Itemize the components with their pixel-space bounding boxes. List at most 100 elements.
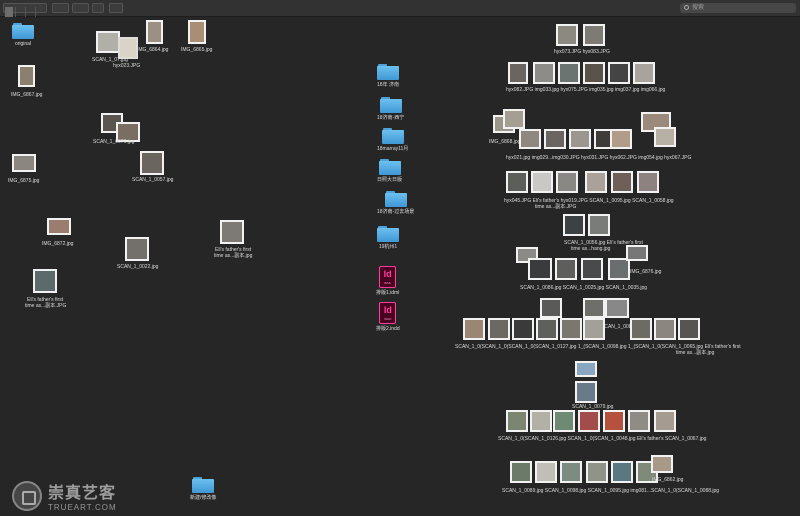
photo-thumbnail[interactable] — [654, 318, 676, 340]
photo-thumbnail[interactable] — [563, 214, 585, 236]
photo-thumbnail[interactable] — [188, 20, 206, 44]
photo-thumbnail[interactable] — [512, 318, 534, 340]
photo-thumbnail[interactable] — [605, 298, 629, 318]
photo-thumbnail[interactable] — [583, 62, 605, 84]
photo-thumbnail[interactable] — [536, 318, 558, 340]
photo-thumbnail[interactable] — [33, 269, 57, 293]
photo-thumbnail[interactable] — [626, 245, 648, 261]
photo-thumbnail[interactable] — [506, 171, 528, 193]
indesign-file-2[interactable]: Id INDD 排版2.indd — [376, 302, 400, 332]
photo-thumbnail[interactable] — [560, 318, 582, 340]
photo-thumbnail[interactable] — [569, 129, 591, 149]
folder-middle-3[interactable]: 18marray11月 — [377, 128, 408, 152]
folder-middle-1[interactable]: 18年 济南 — [377, 64, 399, 88]
photo-thumbnail[interactable] — [18, 65, 35, 87]
file-label: IMG_6862.jpg — [652, 477, 684, 483]
watermark-en: TRUEART.COM — [48, 503, 117, 512]
photo-thumbnail[interactable] — [575, 361, 597, 377]
photo-thumbnail[interactable] — [633, 62, 655, 84]
file-label: SCAN_1_0057.jpg — [132, 177, 174, 183]
photo-thumbnail[interactable] — [544, 129, 566, 149]
folder-label: original — [14, 41, 32, 47]
file-label: time as...hang.jpg — [571, 246, 611, 252]
folder-middle-2[interactable]: 18济南-西宁 — [377, 97, 404, 121]
photo-thumbnail[interactable] — [560, 461, 582, 483]
photo-thumbnail[interactable] — [535, 461, 557, 483]
file-label: SCAN_1_0(SCAN_1_0126.jpg SCAN_1_0(SCAN_1… — [498, 436, 707, 442]
photo-thumbnail[interactable] — [508, 62, 528, 84]
folder-middle-4[interactable]: 日照大日版 — [377, 159, 402, 183]
action-gear-button[interactable] — [72, 3, 89, 13]
photo-thumbnail[interactable] — [630, 318, 652, 340]
photo-thumbnail[interactable] — [530, 410, 552, 432]
photo-thumbnail[interactable] — [556, 24, 578, 46]
photo-thumbnail[interactable] — [12, 154, 36, 172]
photo-thumbnail[interactable] — [220, 220, 244, 244]
gallery-view-button[interactable] — [35, 7, 43, 17]
group-by-button[interactable] — [52, 3, 69, 13]
photo-thumbnail[interactable] — [678, 318, 700, 340]
photo-thumbnail[interactable] — [558, 62, 580, 84]
photo-thumbnail[interactable] — [553, 410, 575, 432]
view-mode-group — [3, 3, 47, 17]
photo-thumbnail[interactable] — [488, 318, 510, 340]
tag-button[interactable] — [109, 3, 123, 13]
photo-thumbnail[interactable] — [463, 318, 485, 340]
list-view-button[interactable] — [15, 7, 23, 17]
folder-label: 18年 济南 — [377, 82, 399, 88]
photo-thumbnail[interactable] — [506, 410, 528, 432]
column-view-button[interactable] — [25, 7, 33, 17]
file-label: time as...副本.JPG — [25, 303, 67, 309]
photo-thumbnail[interactable] — [555, 258, 577, 280]
photo-thumbnail[interactable] — [96, 31, 120, 53]
photo-thumbnail[interactable] — [608, 62, 630, 84]
photo-thumbnail[interactable] — [575, 381, 597, 403]
file-label: hyx021.jpg img029...img030.JPG hyx031.JP… — [506, 155, 692, 161]
photo-thumbnail[interactable] — [583, 24, 605, 46]
photo-thumbnail[interactable] — [608, 258, 630, 280]
photo-thumbnail[interactable] — [140, 151, 164, 175]
indesign-file-1[interactable]: Id IDML 排版1.idml — [376, 266, 399, 296]
photo-thumbnail[interactable] — [583, 318, 605, 340]
photo-thumbnail[interactable] — [611, 461, 633, 483]
photo-thumbnail[interactable] — [651, 455, 673, 473]
photo-thumbnail[interactable] — [586, 461, 608, 483]
folder-middle-6[interactable]: 19杭州1 — [377, 226, 399, 250]
photo-thumbnail[interactable] — [146, 20, 163, 44]
photo-thumbnail[interactable] — [125, 237, 149, 261]
photo-thumbnail[interactable] — [503, 109, 525, 129]
search-field[interactable]: 搜索 — [680, 3, 796, 13]
photo-thumbnail[interactable] — [611, 171, 633, 193]
file-label: time as...副本.JPG — [535, 204, 577, 210]
photo-thumbnail[interactable] — [519, 129, 541, 149]
photo-thumbnail[interactable] — [654, 127, 676, 147]
share-button[interactable] — [92, 3, 104, 13]
folder-bottom[interactable]: 新建/修改像 — [190, 477, 216, 501]
photo-thumbnail[interactable] — [556, 171, 578, 193]
photo-thumbnail[interactable] — [637, 171, 659, 193]
folder-icon — [379, 97, 402, 113]
icon-view-button[interactable] — [5, 7, 13, 17]
photo-thumbnail[interactable] — [528, 258, 552, 280]
photo-thumbnail[interactable] — [588, 214, 610, 236]
desktop-canvas: original IMG_6867.jpg SCAN_1_07.jpg hyx0… — [0, 17, 800, 516]
photo-thumbnail[interactable] — [654, 410, 676, 432]
photo-thumbnail[interactable] — [531, 171, 553, 193]
photo-thumbnail[interactable] — [581, 258, 603, 280]
photo-thumbnail[interactable] — [610, 129, 632, 149]
photo-thumbnail[interactable] — [585, 171, 607, 193]
file-label: SCAN_1_0089.jpg SCAN_1_0098.jpg SCAN_1_0… — [502, 488, 720, 494]
photo-thumbnail[interactable] — [118, 37, 138, 59]
indesign-icon: Id INDD — [379, 302, 397, 324]
photo-thumbnail[interactable] — [603, 410, 625, 432]
photo-thumbnail[interactable] — [540, 298, 562, 318]
folder-middle-5[interactable]: 18济南-过去场景 — [377, 191, 414, 215]
photo-thumbnail[interactable] — [583, 298, 605, 318]
photo-thumbnail[interactable] — [533, 62, 555, 84]
folder-label: 日照大日版 — [377, 177, 403, 183]
photo-thumbnail[interactable] — [47, 218, 71, 235]
folder-original[interactable]: original — [12, 23, 34, 47]
photo-thumbnail[interactable] — [578, 410, 600, 432]
photo-thumbnail[interactable] — [510, 461, 532, 483]
photo-thumbnail[interactable] — [628, 410, 650, 432]
